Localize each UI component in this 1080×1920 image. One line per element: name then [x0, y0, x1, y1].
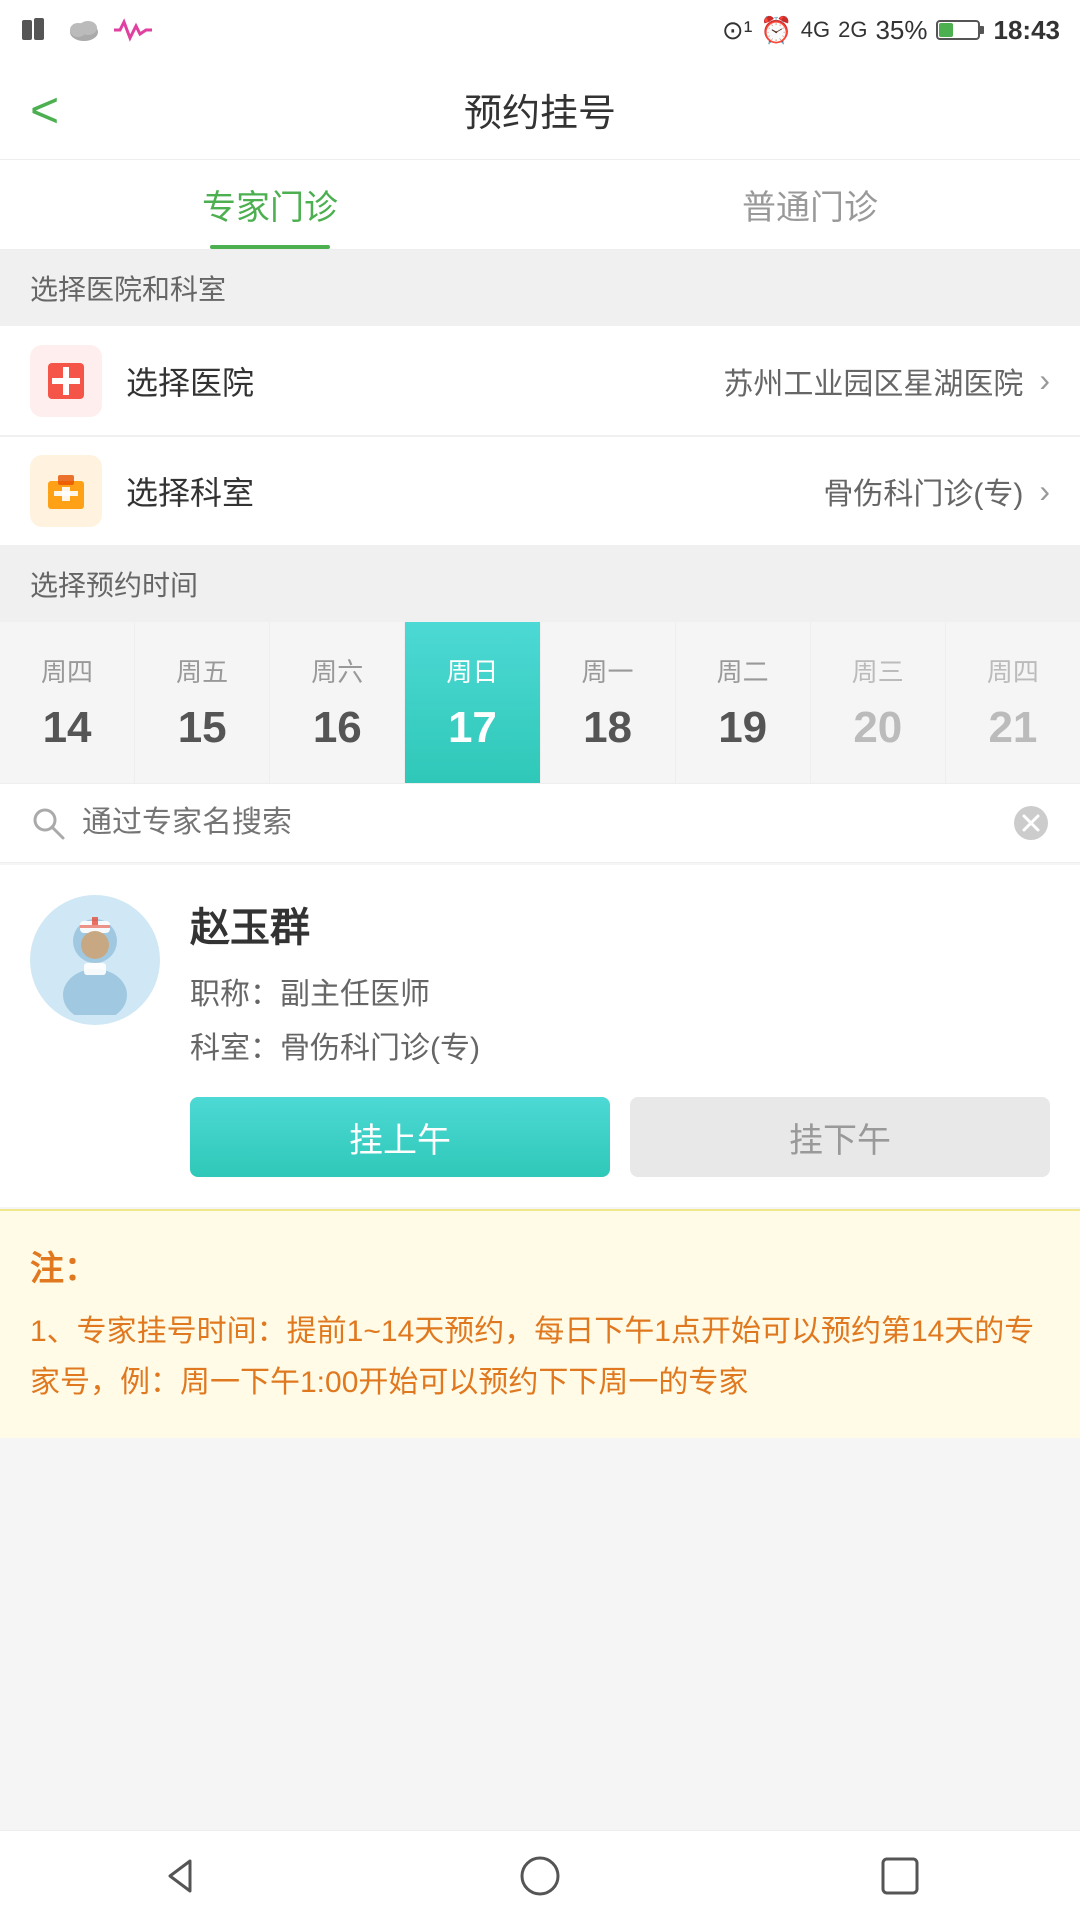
cal-day-sun17[interactable]: 周日 17: [405, 622, 540, 783]
nav-recent-button[interactable]: [860, 1836, 940, 1916]
notice-text: 1、专家挂号时间：提前1~14天预约，每日下午1点开始可以预约第14天的专家号，…: [30, 1306, 1050, 1408]
bottom-nav: [0, 1830, 1080, 1920]
search-icon: [30, 805, 66, 841]
hospital-label: 选择医院: [126, 358, 254, 404]
calendar-row: 周四 14 周五 15 周六 16 周日 17 周一 18 周二 19 周三 2…: [0, 622, 1080, 783]
status-bar: ⊙¹ ⏰ 4G 2G 35% 18:43: [0, 0, 1080, 60]
notice-section: 注： 1、专家挂号时间：提前1~14天预约，每日下午1点开始可以预约第14天的专…: [0, 1209, 1080, 1438]
health-icon: [112, 16, 152, 44]
btn-afternoon[interactable]: 挂下午: [630, 1097, 1050, 1177]
status-bar-left: [20, 16, 152, 44]
doctor-name: 赵玉群: [190, 895, 1050, 953]
tab-general[interactable]: 普通门诊: [540, 160, 1080, 249]
tab-expert[interactable]: 专家门诊: [0, 160, 540, 249]
doctor-avatar: [30, 895, 160, 1025]
doctor-details: 赵玉群 职称：副主任医师 科室：骨伤科门诊(专): [190, 895, 1050, 1067]
battery-icon: [936, 17, 986, 43]
doctor-title: 职称：副主任医师: [190, 969, 1050, 1013]
doctor-card: 赵玉群 职称：副主任医师 科室：骨伤科门诊(专) 挂上午 挂下午: [0, 865, 1080, 1207]
section-hospital-dept-header: 选择医院和科室: [0, 250, 1080, 326]
header: < 预约挂号: [0, 60, 1080, 160]
cal-day-mon18[interactable]: 周一 18: [541, 622, 676, 783]
tab-bar: 专家门诊 普通门诊: [0, 160, 1080, 250]
cal-day-thu21[interactable]: 周四 21: [946, 622, 1080, 783]
doctor-dept: 科室：骨伤科门诊(专): [190, 1023, 1050, 1067]
cal-day-wed20[interactable]: 周三 20: [811, 622, 946, 783]
signal-2g: 2G: [838, 17, 867, 43]
hospital-icon: [30, 345, 102, 417]
doctor-info: 赵玉群 职称：副主任医师 科室：骨伤科门诊(专): [30, 895, 1050, 1067]
hospital-select-row[interactable]: 选择医院 苏州工业园区星湖医院 ›: [0, 326, 1080, 436]
status-bar-right: ⊙¹ ⏰ 4G 2G 35% 18:43: [722, 15, 1060, 46]
sim-icon: [20, 16, 56, 44]
dept-select-row[interactable]: 选择科室 骨伤科门诊(专) ›: [0, 436, 1080, 546]
search-input[interactable]: [82, 806, 1012, 840]
search-bar: [0, 783, 1080, 863]
section-time-header: 选择预约时间: [0, 546, 1080, 622]
btn-morning[interactable]: 挂上午: [190, 1097, 610, 1177]
battery-text: 35%: [875, 15, 927, 46]
hospital-chevron-icon: ›: [1039, 362, 1050, 399]
signal-4g: 4G: [801, 17, 830, 43]
doctor-actions: 挂上午 挂下午: [190, 1097, 1050, 1177]
location-icon: ⊙¹: [722, 15, 752, 46]
back-button[interactable]: <: [30, 81, 59, 139]
dept-chevron-icon: ›: [1039, 473, 1050, 510]
alarm-icon: ⏰: [760, 15, 792, 46]
dept-label: 选择科室: [126, 468, 254, 514]
dept-value: 骨伤科门诊(专): [274, 469, 1023, 513]
page-title: 预约挂号: [464, 82, 616, 137]
time-display: 18:43: [994, 15, 1061, 46]
notice-title: 注：: [30, 1241, 1050, 1290]
hospital-value: 苏州工业园区星湖医院: [274, 359, 1023, 403]
cal-day-tue19[interactable]: 周二 19: [676, 622, 811, 783]
cal-day-thu14[interactable]: 周四 14: [0, 622, 135, 783]
nav-back-button[interactable]: [140, 1836, 220, 1916]
dept-icon: [30, 455, 102, 527]
cal-day-fri15[interactable]: 周五 15: [135, 622, 270, 783]
cal-day-sat16[interactable]: 周六 16: [270, 622, 405, 783]
search-clear-icon[interactable]: [1012, 804, 1050, 842]
nav-home-button[interactable]: [500, 1836, 580, 1916]
cloud-icon: [66, 16, 102, 44]
